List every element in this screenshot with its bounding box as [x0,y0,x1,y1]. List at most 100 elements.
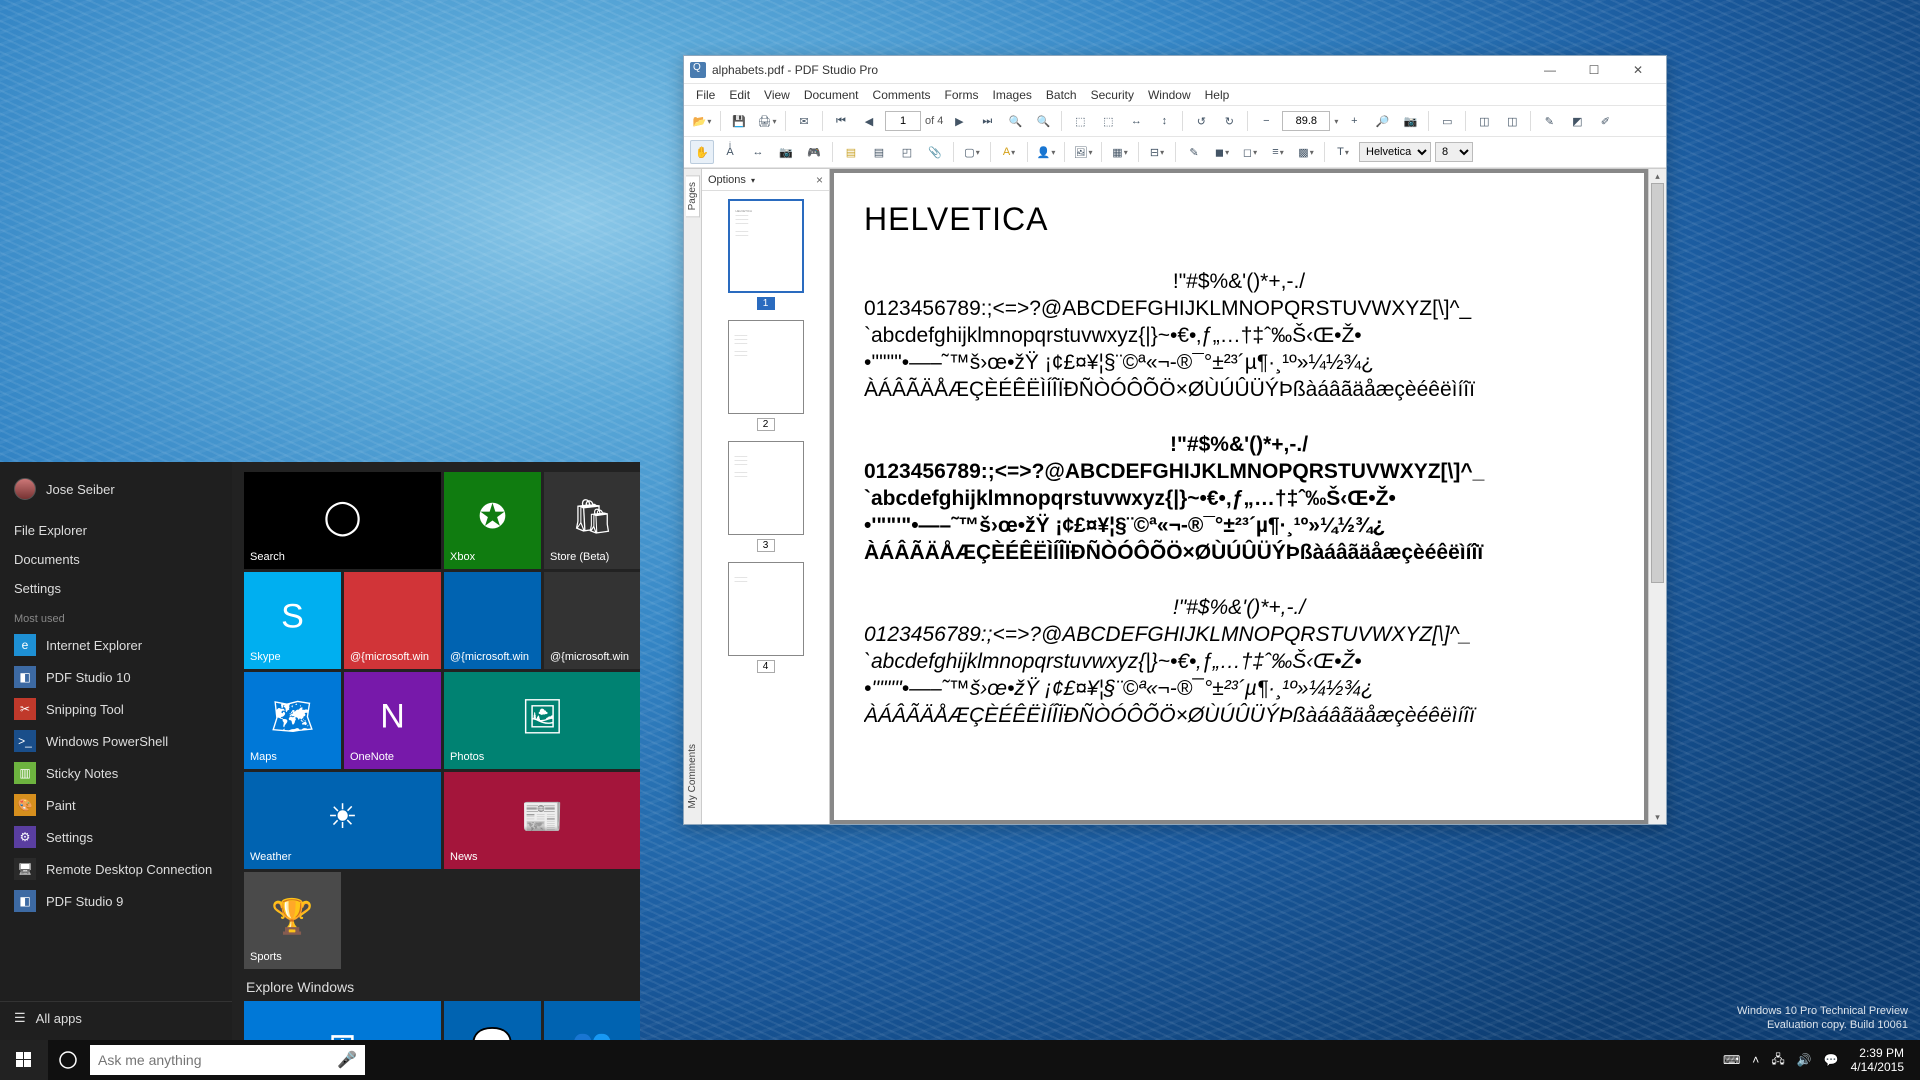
loupe-button[interactable]: 🔎 [1370,109,1394,133]
most-used-item[interactable]: ✂Snipping Tool [0,693,232,725]
menu-help[interactable]: Help [1199,86,1236,104]
start-tile[interactable]: 🏆Sports [244,872,341,969]
vertical-scrollbar[interactable]: ▴ ▾ [1648,169,1666,824]
menu-document[interactable]: Document [798,86,865,104]
camera-icon[interactable]: 📷 [774,140,798,164]
prev-page-button[interactable]: ◀ [857,109,881,133]
start-tile[interactable]: @{microsoft.win [544,572,640,669]
print-button[interactable]: 🖨▾ [755,109,779,133]
menu-comments[interactable]: Comments [867,86,937,104]
first-page-button[interactable]: ⏮ [829,109,853,133]
most-used-item[interactable]: ◧PDF Studio 9 [0,885,232,917]
start-tile[interactable]: 🖼Photos [444,672,640,769]
actual-size-button[interactable]: ⬚ [1068,109,1092,133]
border-color-button[interactable]: ◻▾ [1238,140,1262,164]
fit-height-button[interactable]: ↕ [1152,109,1176,133]
start-tile[interactable]: 🗺Maps [244,672,341,769]
menu-forms[interactable]: Forms [939,86,985,104]
image-button[interactable]: 🖼▾ [1071,140,1095,164]
align-button[interactable]: ⊟▾ [1145,140,1169,164]
minimize-button[interactable]: — [1528,56,1572,84]
start-tile[interactable]: NOneNote [344,672,441,769]
nav-settings[interactable]: Settings [0,574,232,603]
compare-button[interactable]: ◫ [1472,109,1496,133]
page-thumbnail-4[interactable]: ────────────4 [728,562,804,673]
start-tile[interactable]: 🛍Store (Beta) [544,472,640,569]
page-thumbnail-1[interactable]: HELVETICA──────────────────────────────1 [728,199,804,310]
text-style-button[interactable]: T▾ [1331,140,1355,164]
open-button[interactable]: 📂▾ [690,109,714,133]
tray-chevron-icon[interactable]: ˄ [1752,1053,1759,1067]
microphone-icon[interactable]: 🎤 [337,1050,357,1070]
side-tab-pages[interactable]: Pages [686,175,700,217]
edit-content-button[interactable]: ✐ [1593,109,1617,133]
snapshot-icon[interactable]: 📷 [1398,109,1422,133]
start-button[interactable] [0,1040,48,1080]
close-button[interactable]: ✕ [1616,56,1660,84]
document-view[interactable]: HELVETICA !"#$%&'()*+,-./ 0123456789:;<=… [830,169,1666,824]
opacity-button[interactable]: ▩▾ [1294,140,1318,164]
highlight-button[interactable]: A▾ [997,140,1021,164]
menu-window[interactable]: Window [1142,86,1197,104]
link-tool-button[interactable]: 🎮 [802,140,826,164]
cortana-icon[interactable] [48,1040,88,1080]
thumbnail-options-button[interactable]: Options ▾ [708,174,755,186]
grid-button[interactable]: ▦▾ [1108,140,1132,164]
font-family-select[interactable]: Helvetica [1359,142,1431,162]
menu-file[interactable]: File [690,86,721,104]
hand-tool-button[interactable]: ✋ [690,140,714,164]
tile-explore-1[interactable]: ⊞ [244,1001,441,1040]
prev-view-button[interactable]: 🔍 [1003,109,1027,133]
tray-volume-icon[interactable]: 🔊 [1797,1053,1812,1067]
start-tile[interactable]: 📰News [444,772,640,869]
page-number-input[interactable] [885,111,921,131]
user-account-button[interactable]: Jose Seiber [0,470,232,508]
menu-edit[interactable]: Edit [723,86,756,104]
font-size-select[interactable]: 8 [1435,142,1473,162]
tray-input-icon[interactable]: ⌨ [1723,1053,1740,1067]
rotate-ccw-button[interactable]: ↺ [1189,109,1213,133]
pencil-button[interactable]: ✎ [1182,140,1206,164]
menu-images[interactable]: Images [987,86,1038,104]
taskbar-clock[interactable]: 2:39 PM 4/14/2015 [1851,1046,1910,1074]
next-page-button[interactable]: ▶ [947,109,971,133]
thumbnail-panel-close[interactable]: × [816,173,823,187]
search-input[interactable] [98,1052,337,1068]
scrollbar-thumb[interactable] [1651,183,1664,583]
optimize-button[interactable]: ◫ [1500,109,1524,133]
most-used-item[interactable]: 🎨Paint [0,789,232,821]
most-used-item[interactable]: 🖥Remote Desktop Connection [0,853,232,885]
scroll-up-icon[interactable]: ▴ [1649,169,1666,183]
page-thumbnail-3[interactable]: ──────────────────────────────3 [728,441,804,552]
tile-explore-2[interactable]: 💬 [444,1001,541,1040]
next-view-button[interactable]: 🔍 [1031,109,1055,133]
forms-button[interactable]: ▭ [1435,109,1459,133]
text-select-button[interactable]: Aͥ [718,140,742,164]
most-used-item[interactable]: ▥Sticky Notes [0,757,232,789]
note-button[interactable]: ▤ [839,140,863,164]
nav-file-explorer[interactable]: File Explorer [0,516,232,545]
zoom-out-button[interactable]: − [1254,109,1278,133]
most-used-item[interactable]: ◧PDF Studio 10 [0,661,232,693]
start-tile[interactable]: ☀Weather [244,772,441,869]
callout-button[interactable]: ◰ [895,140,919,164]
last-page-button[interactable]: ⏭ [975,109,999,133]
side-tab-comments[interactable]: My Comments [686,738,699,814]
most-used-item[interactable]: ⚙Settings [0,821,232,853]
tray-network-icon[interactable]: 🖧 [1771,1050,1784,1071]
email-button[interactable]: ✉ [792,109,816,133]
shape-button[interactable]: ▢▾ [960,140,984,164]
page-thumbnail-2[interactable]: ──────────────────────────────2 [728,320,804,431]
menu-view[interactable]: View [758,86,796,104]
zoom-level-input[interactable] [1282,111,1330,131]
save-button[interactable]: 💾 [727,109,751,133]
zoom-in-button[interactable]: + [1342,109,1366,133]
titlebar[interactable]: alphabets.pdf - PDF Studio Pro — ☐ ✕ [684,56,1666,84]
maximize-button[interactable]: ☐ [1572,56,1616,84]
tile-explore-3[interactable]: 👥 [544,1001,640,1040]
most-used-item[interactable]: >_Windows PowerShell [0,725,232,757]
taskbar-search[interactable]: 🎤 [90,1045,365,1075]
typewriter-button[interactable]: ▤ [867,140,891,164]
distance-tool-button[interactable]: ↔ [746,140,770,164]
menu-security[interactable]: Security [1085,86,1140,104]
